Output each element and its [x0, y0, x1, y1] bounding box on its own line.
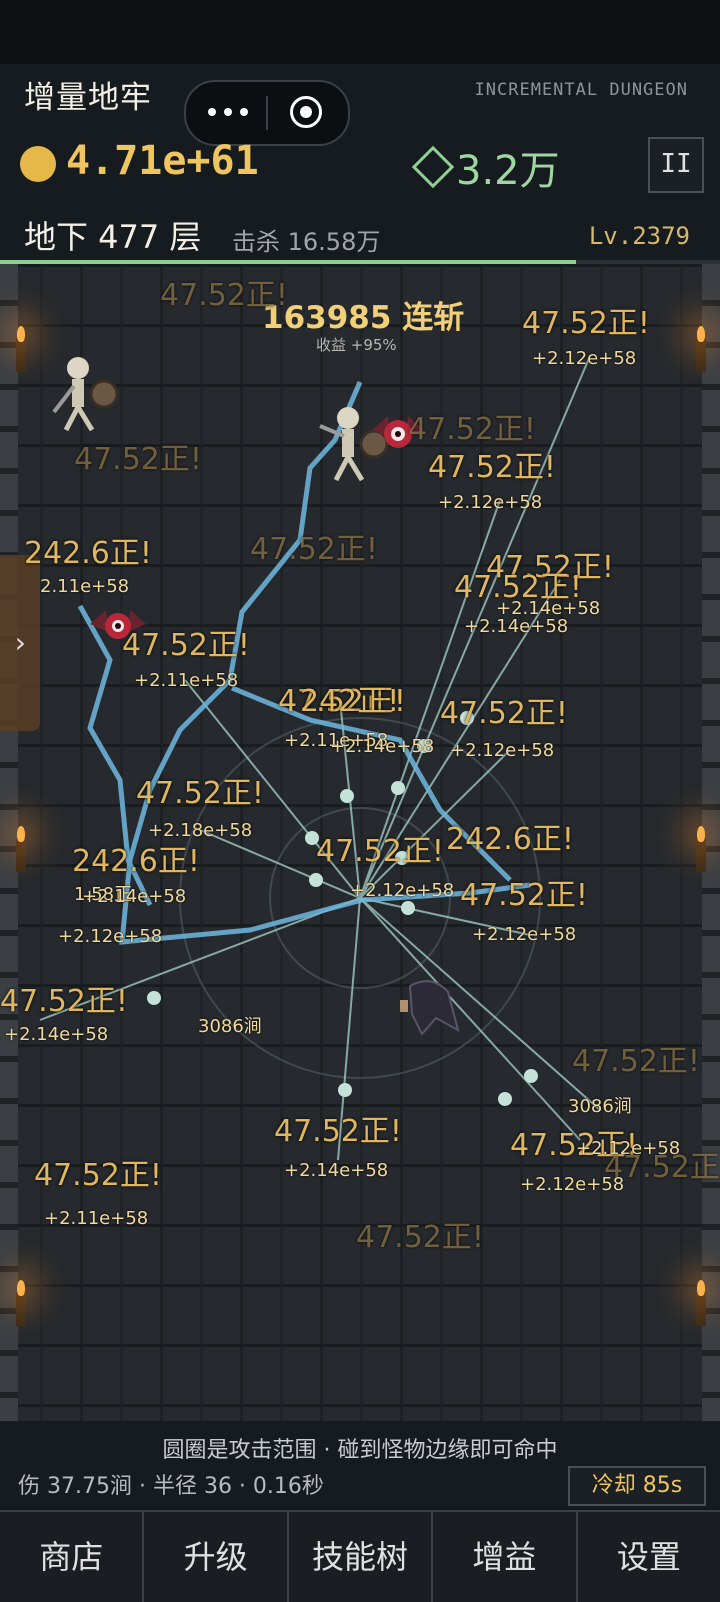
damage-number: 47.52正!	[440, 696, 568, 731]
nav-upgrade-button[interactable]: 升级	[144, 1512, 289, 1602]
more-icon[interactable]	[208, 98, 268, 126]
damage-number: 47.52正!	[74, 442, 202, 477]
capsule-divider	[266, 96, 268, 130]
nav-buff-button[interactable]: 增益	[433, 1512, 578, 1602]
damage-number: 47.52正!	[160, 278, 288, 313]
cooldown-button[interactable]: 冷却 85s	[568, 1466, 706, 1506]
nav-settings-button[interactable]: 设置	[578, 1512, 720, 1602]
gold-gain-number: 3086涧	[568, 1096, 632, 1117]
gold-gain-number: +2.14e+58	[4, 1024, 109, 1045]
gold-gain-number: +2.14e+58	[330, 736, 435, 757]
nav-skill-tree-button[interactable]: 技能树	[289, 1512, 434, 1602]
combo-bonus: 收益 +95%	[316, 336, 397, 354]
gold-gain-number: 2.11e+58	[40, 576, 130, 597]
skeleton-warrior-monster[interactable]	[38, 352, 124, 438]
damage-number: 47.52正!	[460, 878, 588, 913]
gold-gain-number: +2.12e+58	[450, 740, 555, 761]
status-bar	[0, 0, 720, 64]
game-title: 增量地牢	[24, 80, 152, 116]
gold-coin-icon	[20, 146, 56, 182]
nav-shop-button[interactable]: 商店	[0, 1512, 145, 1602]
attack-stats: 伤 37.75涧 · 半径 36 · 0.16秒	[18, 1474, 324, 1499]
gold-gain-number: +2.12e+58	[532, 348, 637, 369]
damage-number: 242.6正!	[446, 822, 574, 857]
gold-gain-number: +2.12e+58	[520, 1174, 625, 1195]
gold-amount: 4.71e+61	[66, 138, 259, 184]
player-level: Lv.2379	[588, 222, 690, 250]
gold-gain-number: +2.14e+58	[82, 886, 187, 907]
floor-label: 地下 477 层	[24, 218, 202, 256]
side-panel-toggle[interactable]: ›	[0, 555, 40, 731]
damage-number: 47.52正!	[316, 834, 444, 869]
damage-number: 47.52正!	[34, 1158, 162, 1193]
gold-gain-number: +2.12e+58	[472, 924, 577, 945]
damage-number: 47.52正!	[572, 1044, 700, 1079]
combo-counter: 163985 连斩	[262, 300, 465, 336]
damage-number: 47.52正!	[428, 450, 556, 485]
damage-number: 47.52正!	[122, 628, 250, 663]
damage-number: 47.52正!	[136, 776, 264, 811]
gold-gain-number: +2.12e+58	[58, 926, 163, 947]
kill-count: 击杀 16.58万	[232, 228, 381, 256]
gold-gain-number: +2.14e+58	[464, 616, 569, 637]
gold-gain-number: +2.12e+58	[350, 880, 455, 901]
gem-amount: 3.2万	[456, 148, 560, 194]
damage-number: 47.52正!	[250, 532, 378, 567]
gold-gain-number: +2.11e+58	[134, 670, 239, 691]
game-subtitle: INCREMENTAL DUNGEON	[474, 80, 688, 100]
attack-range-hint: 圆圈是攻击范围 · 碰到怪物边缘即可命中	[162, 1438, 558, 1463]
gold-gain-number: 3086涧	[198, 1016, 262, 1037]
gold-gain-number: +2.11e+58	[44, 1208, 149, 1229]
pause-button[interactable]: II	[648, 137, 704, 193]
damage-number: 242正!	[300, 684, 400, 719]
gold-gain-number: +2.12e+58	[438, 492, 543, 513]
damage-number: 47.52正!	[356, 1220, 484, 1255]
miniprogram-capsule	[184, 80, 350, 146]
close-target-icon[interactable]	[290, 96, 322, 128]
gold-gain-number: +2.14e+58	[284, 1160, 389, 1181]
damage-number: 242.6正!	[72, 844, 200, 879]
damage-number: 47.52正!	[0, 984, 128, 1019]
bottom-nav: 商店 升级 技能树 增益 设置	[0, 1510, 720, 1602]
damage-number: 47.52正!	[274, 1114, 402, 1149]
ghost-reaper-monster[interactable]	[392, 978, 466, 1038]
damage-number: 47.52正!	[522, 306, 650, 341]
damage-number: 242.6正!	[24, 536, 152, 571]
